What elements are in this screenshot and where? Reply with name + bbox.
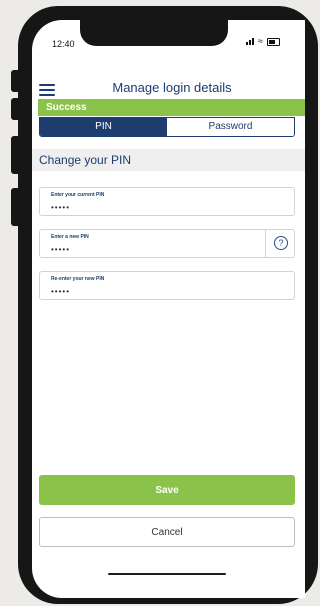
home-indicator[interactable]	[108, 573, 226, 575]
question-circle-icon[interactable]: ?	[274, 236, 288, 250]
section-title: Change your PIN	[32, 149, 305, 171]
confirm-pin-field[interactable]: Re-enter your new PIN •••••	[39, 271, 295, 300]
tab-password[interactable]: Password	[167, 118, 294, 136]
save-button[interactable]: Save	[39, 475, 295, 505]
login-method-tabs: PIN Password	[39, 117, 295, 137]
help-divider	[265, 230, 266, 257]
status-time: 12:40	[52, 39, 75, 49]
wifi-icon: ≈	[258, 36, 263, 46]
phone-notch	[80, 20, 228, 46]
success-banner: Success	[38, 99, 305, 116]
signal-icon	[246, 38, 254, 45]
new-pin-field[interactable]: Enter a new PIN ••••• ?	[39, 229, 295, 258]
new-pin-value: •••••	[51, 245, 71, 254]
battery-icon	[266, 37, 280, 46]
hamburger-menu-icon[interactable]	[39, 84, 55, 99]
page-title: Manage login details	[112, 80, 232, 95]
current-pin-value: •••••	[51, 203, 71, 212]
app-screen: 12:40 ≈ Manage login details Success PIN…	[32, 20, 305, 598]
new-pin-label: Enter a new PIN	[51, 234, 89, 240]
confirm-pin-label: Re-enter your new PIN	[51, 276, 105, 282]
cancel-button[interactable]: Cancel	[39, 517, 295, 547]
current-pin-field[interactable]: Enter your current PIN •••••	[39, 187, 295, 216]
current-pin-label: Enter your current PIN	[51, 192, 105, 198]
tab-pin[interactable]: PIN	[40, 118, 167, 136]
confirm-pin-value: •••••	[51, 287, 71, 296]
status-icons: ≈	[246, 37, 280, 46]
